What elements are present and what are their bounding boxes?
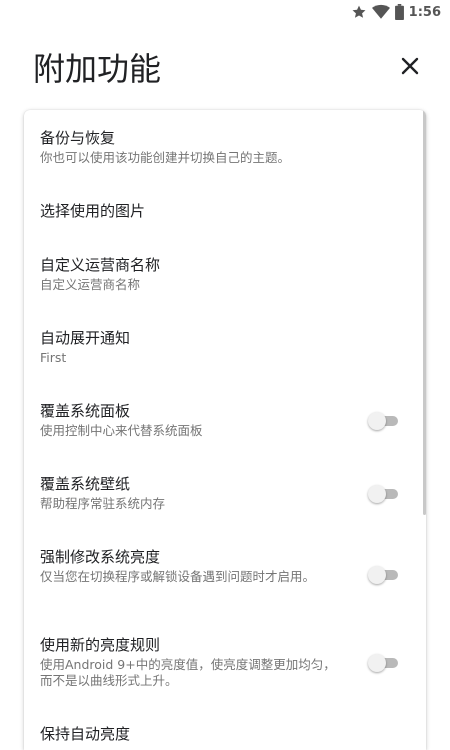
setting-title: 覆盖系统壁纸: [40, 475, 131, 493]
setting-title: 覆盖系统面板: [40, 402, 131, 420]
setting-keep-auto-brightness[interactable]: 保持自动亮度: [40, 724, 380, 744]
setting-title: 自定义运营商名称: [40, 256, 161, 274]
setting-choose-image[interactable]: 选择使用的图片: [40, 201, 380, 221]
setting-title: 自动展开通知: [40, 329, 131, 347]
close-icon: [401, 57, 419, 75]
wifi-icon: [371, 4, 390, 20]
star-icon: [351, 4, 367, 20]
setting-summary: First: [40, 350, 67, 365]
setting-title: 使用新的亮度规则: [40, 636, 161, 654]
status-bar: 1:56: [0, 0, 450, 24]
toggle-thumb: [368, 485, 386, 503]
scrollbar[interactable]: [423, 110, 426, 515]
setting-override-system-panel[interactable]: 覆盖系统面板 使用控制中心来代替系统面板: [40, 401, 380, 439]
toggle-thumb: [368, 566, 386, 584]
toggle-thumb: [368, 654, 386, 672]
settings-card: 备份与恢复 你也可以使用该功能创建并切换自己的主题。 选择使用的图片 自定义运营…: [24, 110, 426, 750]
setting-summary: 使用控制中心来代替系统面板: [40, 423, 203, 438]
setting-override-system-wallpaper[interactable]: 覆盖系统壁纸 帮助程序常驻系统内存: [40, 474, 380, 512]
setting-new-brightness-rule[interactable]: 使用新的亮度规则 使用Android 9+中的亮度值，使亮度调整更加均匀，而不是…: [40, 635, 348, 689]
setting-summary: 自定义运营商名称: [40, 277, 141, 292]
setting-summary: 仅当您在切换程序或解锁设备遇到问题时才启用。: [40, 569, 316, 584]
setting-title: 备份与恢复: [40, 129, 116, 147]
battery-icon: [394, 4, 404, 20]
setting-title: 选择使用的图片: [40, 202, 146, 220]
close-button[interactable]: [396, 52, 424, 80]
setting-summary: 你也可以使用该功能创建并切换自己的主题。: [40, 150, 291, 165]
header: 附加功能: [0, 40, 450, 92]
setting-custom-carrier-name[interactable]: 自定义运营商名称 自定义运营商名称: [40, 255, 380, 293]
page-title: 附加功能: [33, 50, 162, 88]
setting-force-brightness[interactable]: 强制修改系统亮度 仅当您在切换程序或解锁设备遇到问题时才启用。: [40, 547, 348, 585]
setting-auto-expand-notifications[interactable]: 自动展开通知 First: [40, 328, 380, 366]
force-brightness-toggle[interactable]: [368, 566, 398, 584]
new-brightness-rule-toggle[interactable]: [368, 654, 398, 672]
setting-title: 保持自动亮度: [40, 725, 131, 743]
override-system-panel-toggle[interactable]: [368, 412, 398, 430]
setting-summary: 帮助程序常驻系统内存: [40, 496, 166, 511]
setting-backup-restore[interactable]: 备份与恢复 你也可以使用该功能创建并切换自己的主题。: [40, 128, 380, 166]
setting-title: 强制修改系统亮度: [40, 548, 161, 566]
setting-summary: 使用Android 9+中的亮度值，使亮度调整更加均匀，而不是以曲线形式上升。: [40, 657, 336, 688]
toggle-thumb: [368, 412, 386, 430]
status-time: 1:56: [408, 4, 441, 20]
override-system-wallpaper-toggle[interactable]: [368, 485, 398, 503]
